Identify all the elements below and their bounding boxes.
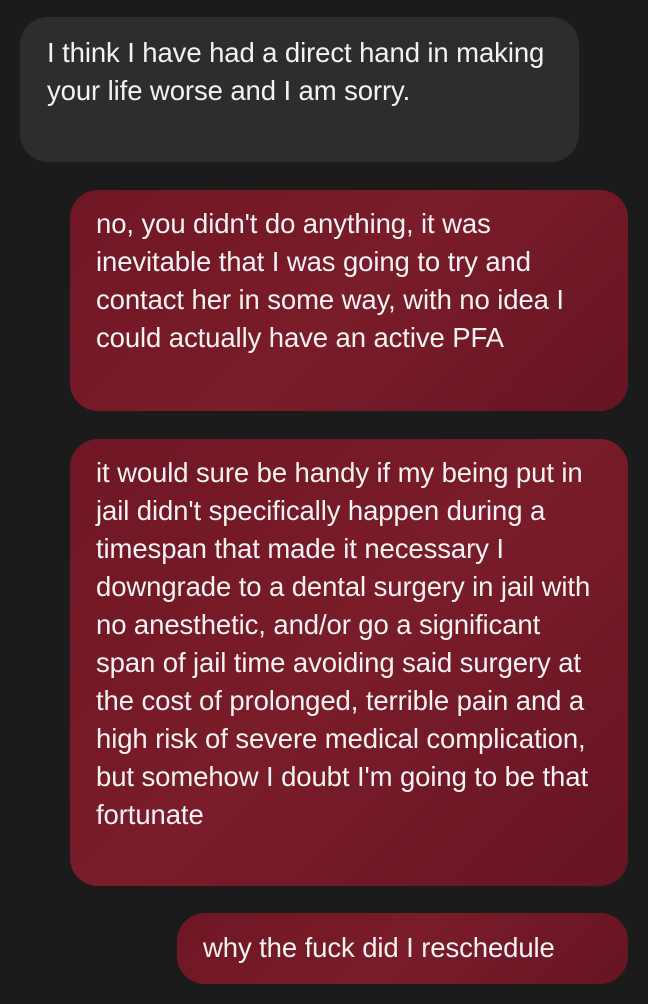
outgoing-message-bubble[interactable]: why the fuck did I reschedule [177,913,628,984]
incoming-message-bubble[interactable]: I think I have had a direct hand in maki… [20,17,579,162]
outgoing-message-bubble[interactable]: no, you didn't do anything, it was inevi… [70,190,628,411]
message-thread: I think I have had a direct hand in maki… [0,0,648,1004]
outgoing-message-bubble[interactable]: it would sure be handy if my being put i… [70,439,628,886]
